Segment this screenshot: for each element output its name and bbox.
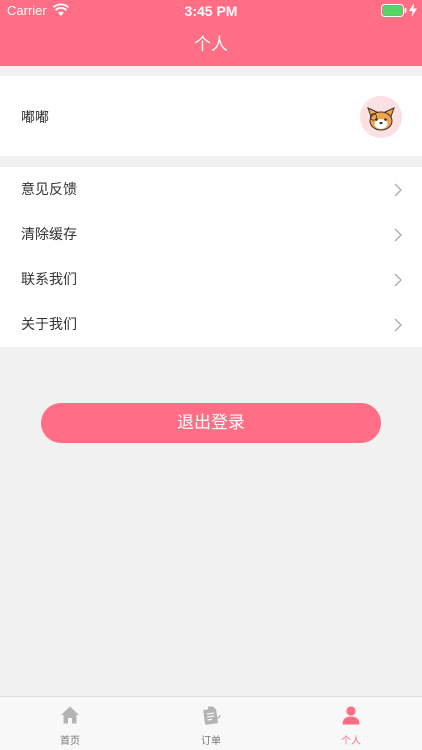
menu-item-label: 关于我们: [21, 317, 77, 333]
profile-screen: Carrier 3:45 PM 个人 嘟嘟 意见反馈 清除缓存 联系我们 关于我…: [0, 0, 422, 750]
avatar[interactable]: [360, 96, 402, 138]
settings-menu: 意见反馈 清除缓存 联系我们 关于我们: [0, 167, 422, 347]
order-icon: [203, 706, 221, 725]
battery-icon: [381, 4, 407, 17]
tab-bar: 首页 订单 个人: [0, 696, 422, 750]
corgi-avatar-icon: [360, 96, 402, 138]
charging-icon: [409, 3, 417, 17]
chevron-right-icon: [394, 183, 402, 197]
page-title: 个人: [194, 35, 228, 55]
menu-item-feedback[interactable]: 意见反馈: [0, 167, 422, 212]
menu-item-label: 清除缓存: [21, 227, 77, 243]
username: 嘟嘟: [21, 110, 49, 126]
menu-item-clear-cache[interactable]: 清除缓存: [0, 212, 422, 257]
chevron-right-icon: [394, 273, 402, 287]
tab-home[interactable]: 首页: [0, 697, 140, 750]
tab-label: 个人: [341, 736, 361, 747]
tab-profile[interactable]: 个人: [281, 697, 421, 750]
chevron-right-icon: [394, 228, 402, 242]
menu-item-label: 联系我们: [21, 272, 77, 288]
menu-item-contact-us[interactable]: 联系我们: [0, 257, 422, 302]
header: Carrier 3:45 PM 个人: [0, 0, 422, 66]
clock: 3:45 PM: [184, 3, 238, 19]
tab-orders[interactable]: 订单: [141, 697, 281, 750]
person-icon: [342, 706, 360, 725]
menu-item-about-us[interactable]: 关于我们: [0, 302, 422, 347]
tab-label: 订单: [201, 736, 221, 747]
tab-label: 首页: [60, 736, 80, 747]
menu-item-label: 意见反馈: [21, 182, 77, 198]
profile-row[interactable]: 嘟嘟: [0, 76, 422, 156]
logout-button[interactable]: 退出登录: [41, 403, 381, 443]
home-icon: [61, 706, 79, 724]
status-bar: Carrier 3:45 PM: [0, 0, 422, 22]
chevron-right-icon: [394, 318, 402, 332]
